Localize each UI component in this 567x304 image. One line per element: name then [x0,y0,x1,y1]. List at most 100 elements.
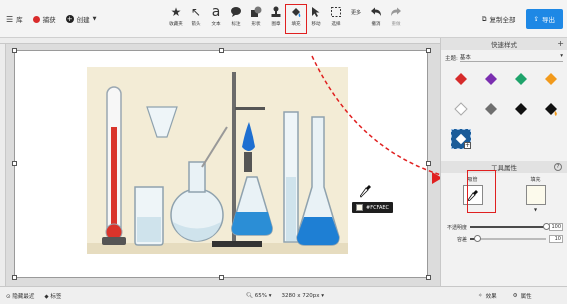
tolerance-row: 容差 10 [445,235,563,243]
style-swatch[interactable] [511,69,531,89]
tool-move[interactable]: 移动 [306,5,326,33]
star-icon: ★ [170,5,182,19]
chevron-down-icon: ▾ [321,293,324,299]
tool-favorites[interactable]: ★ 收藏夹 [166,5,186,33]
copy-all-label: 复制全部 [489,16,516,24]
hide-recent-button[interactable]: ⊙ 隐藏最近 [6,292,34,300]
tool-label: 标注 [231,22,241,27]
canvas-size-label: 3280 x 720px [281,293,320,299]
style-swatch[interactable] [541,69,561,89]
zoom-control[interactable]: 🔍︎ 65% ▾ [246,293,271,299]
dropper-highlight-box [467,170,496,213]
fill-icon [289,5,303,19]
canvas-size-control[interactable]: 3280 x 720px ▾ [281,293,324,299]
tool-select[interactable]: 选择 [326,5,346,33]
tool-properties-header: 工具属性 ? [441,161,567,173]
gear-icon: ⚙ [512,293,518,299]
library-label: 库 [16,16,23,24]
copy-all-button[interactable]: ⧉ 复制全部 [476,10,522,28]
hamburger-menu-icon: ☰ [6,14,14,24]
capture-button[interactable]: 捕获 [32,14,56,24]
quick-style-swatches: + [441,65,567,153]
tolerance-slider-knob[interactable] [474,235,482,242]
tool-strip: ★ 收藏夹 ↖ 箭头 a 文本 标注 形状 图章 填充 移动 选择 更多 撤消 … [166,4,406,34]
properties-label: 属性 [520,294,532,300]
picker-row: 吸管 填充 ▼ [441,173,567,215]
opacity-slider-knob[interactable] [542,223,550,230]
opacity-value[interactable]: 100 [549,223,563,231]
export-button[interactable]: ⇪ 导出 [525,9,563,29]
tolerance-label: 容差 [456,236,467,243]
redo-icon [389,5,403,19]
export-label: 导出 [542,16,555,24]
tool-text[interactable]: a 文本 [206,5,226,33]
tool-arrow[interactable]: ↖ 箭头 [186,5,206,33]
help-icon[interactable]: ? [554,163,562,171]
canvas-area[interactable]: #FCFAEC [0,38,440,286]
capture-label: 捕获 [42,16,56,24]
opacity-slider-fill [470,226,546,228]
fill-control[interactable]: 填充 ▼ [525,176,546,212]
style-swatch[interactable] [451,69,471,89]
tool-stamp[interactable]: 图章 [266,5,286,33]
add-style-icon[interactable]: + [557,39,564,48]
tolerance-slider[interactable] [470,235,546,242]
theme-select[interactable]: 基本 ▾ [459,53,563,62]
arrow-icon: ↖ [190,5,202,19]
redo-button[interactable]: 重做 [386,5,406,33]
style-swatch[interactable] [481,69,501,89]
annotation-arrow [311,55,440,184]
style-swatch[interactable] [511,99,531,119]
fill-bucket-icon [515,103,527,115]
create-button[interactable]: + 创建 ▼ [65,14,97,24]
tags-label: 标签 [50,294,62,300]
tool-label: 文本 [211,22,221,27]
select-icon [329,5,343,19]
quick-styles-header: 快速样式 + [441,38,567,50]
quick-styles-title: 快速样式 [491,41,517,49]
opacity-slider[interactable] [470,223,550,230]
library-menu[interactable]: ☰ 库 [6,14,23,25]
create-label: 创建 [76,16,90,24]
tool-label: 重做 [391,22,401,27]
status-left: ⊙ 隐藏最近 ◆ 标签 [6,287,61,304]
tool-label: 图章 [271,22,281,27]
style-swatch[interactable] [481,99,501,119]
theme-row: 主题: 基本 ▾ [441,50,567,65]
chevron-down-icon[interactable]: ▼ [534,207,537,212]
undo-button[interactable]: 撤消 [366,5,386,33]
tolerance-value[interactable]: 10 [549,235,563,243]
text-icon: a [211,4,221,20]
callout-icon [229,5,243,19]
fill-color-swatch[interactable] [525,185,546,205]
clock-icon: ⊙ [6,294,11,300]
add-badge-icon: + [464,142,471,149]
custom-style-swatch[interactable]: + [451,129,471,149]
tags-button[interactable]: ◆ 标签 [44,292,61,300]
status-right: ✧ 效果 ⚙ 属性 [478,287,532,304]
shape-icon [249,5,263,19]
fill-bucket-icon [485,73,497,85]
style-swatch[interactable] [451,99,471,119]
effects-label: 效果 [485,294,497,300]
tool-fill[interactable]: 填充 [285,4,307,34]
tool-shape[interactable]: 形状 [246,5,266,33]
main-toolbar: ☰ 库 捕获 + 创建 ▼ ★ 收藏夹 ↖ 箭头 a 文本 标注 形状 图章 填… [0,0,567,38]
tool-callout[interactable]: 标注 [226,5,246,33]
tool-label: 撤消 [371,22,381,27]
tool-sliders: 不透明度 100 容差 10 [441,215,567,251]
properties-button[interactable]: ⚙ 属性 [513,292,532,300]
style-swatch[interactable] [541,99,561,119]
chevron-down-icon: ▾ [268,293,272,299]
copy-icon: ⧉ [481,14,487,23]
fill-bucket-icon [545,103,557,116]
more-icon: 更多 [350,9,361,16]
effects-button[interactable]: ✧ 效果 [478,292,497,300]
move-icon [309,5,323,19]
fill-bucket-icon [485,103,497,115]
tool-label: 箭头 [191,22,201,27]
export-icon: ⇪ [533,15,539,23]
tool-label: 移动 [311,22,321,27]
toolbar-right-group: ⧉ 复制全部 ⇪ 导出 [476,9,563,29]
tool-more[interactable]: 更多 [346,5,366,33]
